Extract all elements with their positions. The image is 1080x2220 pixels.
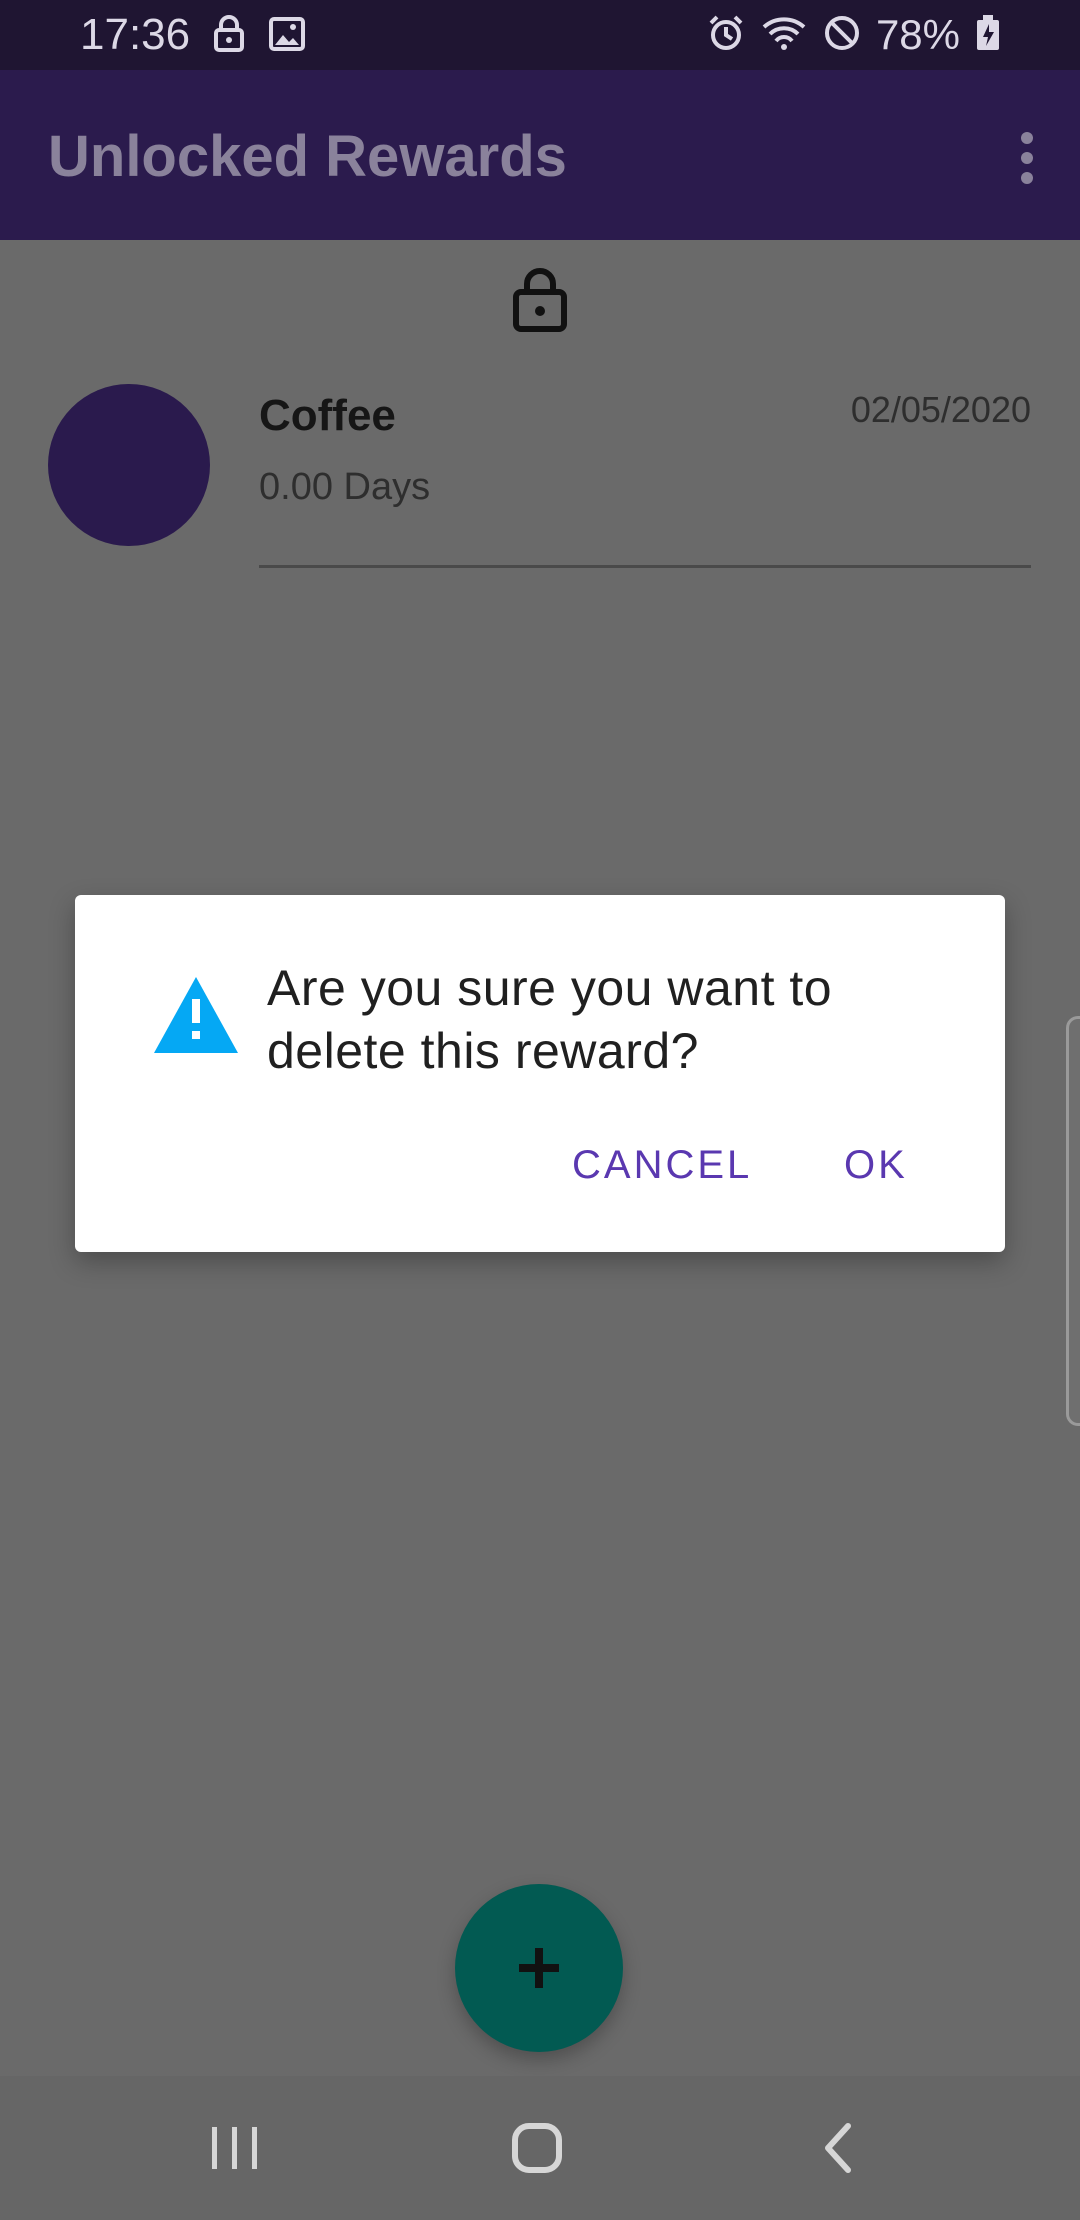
dialog-message: Are you sure you want to delete this rew… [267,960,833,1079]
status-left-icons [212,14,306,59]
battery-percentage: 78% [875,11,960,58]
alarm-icon [706,13,746,58]
reward-days: 0.00 Days [259,466,431,508]
more-vert-icon[interactable] [1002,128,1052,188]
reward-date: 02/05/2020 [850,389,1031,430]
home-icon[interactable] [501,2112,573,2184]
recents-icon[interactable] [199,2112,271,2184]
warning-icon [152,975,240,1055]
add-reward-button[interactable] [455,1884,623,2052]
battery-charging-icon [974,13,1002,58]
reward-divider [259,565,1031,568]
delete-reward-dialog: Are you sure you want to delete this rew… [75,895,1005,1252]
add-icon [515,1944,563,1992]
do-not-disturb-icon [822,13,862,58]
page-title: Unlocked Rewards [48,124,567,189]
status-time: 17:36 [80,10,191,59]
system-navigation-bar [0,2076,1080,2220]
lock-icon [212,14,246,59]
reward-avatar[interactable] [48,384,210,546]
app-bar: Unlocked Rewards [0,70,1080,240]
ok-button[interactable]: OK [844,1140,908,1190]
wifi-icon [760,13,808,58]
cancel-button[interactable]: CANCEL [572,1140,752,1190]
edge-panel-handle[interactable] [1066,1016,1080,1426]
status-right-icons: 78% [706,10,1002,60]
image-icon [268,14,306,59]
lock-open-icon [511,266,569,334]
back-icon[interactable] [804,2112,876,2184]
status-bar: 17:36 78% [0,0,1080,70]
reward-name[interactable]: Coffee [259,390,396,442]
